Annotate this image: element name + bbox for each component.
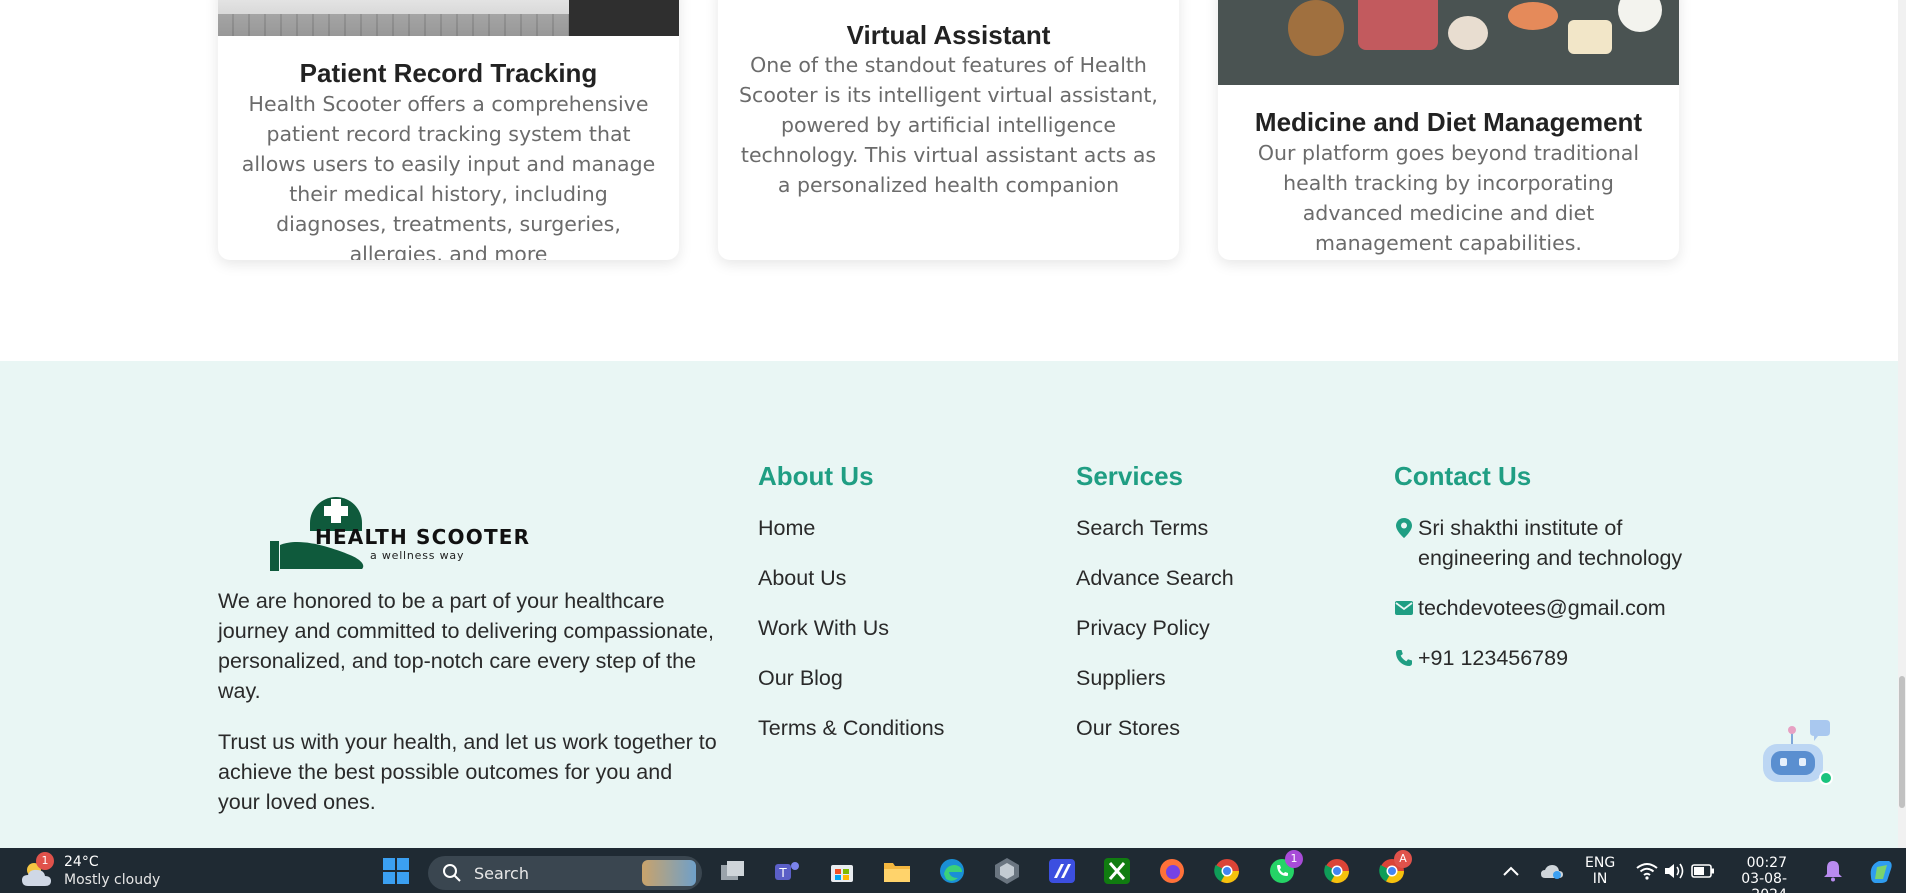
robot-icon bbox=[1763, 720, 1833, 785]
footer-link-suppliers[interactable]: Suppliers bbox=[1076, 663, 1234, 713]
features-section: Patient Record Tracking Health Scooter o… bbox=[0, 0, 1906, 360]
footer-link-home[interactable]: Home bbox=[758, 513, 944, 563]
logo-tagline: a wellness way bbox=[370, 549, 465, 562]
clock-time: 00:27 bbox=[1746, 855, 1787, 871]
site-footer: HEALTH SCOOTER a wellness way We are hon… bbox=[0, 361, 1906, 848]
search-label: Search bbox=[474, 864, 529, 883]
battery-icon[interactable] bbox=[1688, 856, 1718, 886]
footer-link-our-stores[interactable]: Our Stores bbox=[1076, 713, 1234, 763]
chatbot-button[interactable] bbox=[1760, 716, 1836, 786]
search-icon bbox=[442, 863, 462, 887]
language-region: IN bbox=[1592, 871, 1608, 887]
task-view-icon[interactable] bbox=[718, 856, 748, 886]
location-pin-icon bbox=[1394, 513, 1414, 543]
clock-date: 03-08-2024 bbox=[1741, 871, 1787, 893]
logo-name: HEALTH SCOOTER bbox=[315, 525, 531, 549]
weather-temperature: 24°C bbox=[64, 854, 99, 870]
card-title: Virtual Assistant bbox=[846, 20, 1051, 50]
card-description: One of the standout features of Health S… bbox=[739, 53, 1158, 197]
store-icon[interactable] bbox=[827, 856, 857, 886]
contact-address: Sri shakthi institute of engineering and… bbox=[1394, 513, 1694, 593]
feature-card-virtual-assistant: Virtual Assistant One of the standout fe… bbox=[718, 0, 1179, 260]
footer-link-our-blog[interactable]: Our Blog bbox=[758, 663, 944, 713]
firefox-icon[interactable] bbox=[1157, 856, 1187, 886]
column-title: Contact Us bbox=[1394, 461, 1532, 491]
search-highlight-image bbox=[642, 860, 696, 886]
footer-column-contact: Contact Us Sri shakthi institute of engi… bbox=[1394, 461, 1694, 693]
contact-address-text: Sri shakthi institute of engineering and… bbox=[1418, 516, 1683, 570]
footer-column-services: Services Search Terms Advance Search Pri… bbox=[1076, 461, 1234, 763]
whatsapp-notification-badge: 1 bbox=[1285, 850, 1303, 868]
copilot-icon[interactable] bbox=[1866, 856, 1896, 886]
language-indicator[interactable]: ENG IN bbox=[1585, 855, 1615, 887]
clock[interactable]: 00:27 03-08-2024 bbox=[1731, 855, 1787, 893]
about-paragraph: We are honored to be a part of your heal… bbox=[218, 589, 714, 703]
windows-start-icon[interactable] bbox=[381, 856, 411, 886]
weather-description: Mostly cloudy bbox=[64, 872, 161, 888]
footer-column-about: About Us Home About Us Work With Us Our … bbox=[758, 461, 944, 763]
feature-card-patient-record: Patient Record Tracking Health Scooter o… bbox=[218, 0, 679, 260]
xbox-icon[interactable] bbox=[1102, 856, 1132, 886]
svg-text:T: T bbox=[778, 866, 787, 880]
card-title: Patient Record Tracking bbox=[299, 58, 598, 88]
about-paragraph: Trust us with your health, and let us wo… bbox=[218, 730, 717, 814]
chrome-icon[interactable] bbox=[1212, 856, 1242, 886]
volume-icon[interactable] bbox=[1660, 856, 1690, 886]
phone-icon bbox=[1394, 643, 1414, 673]
footer-link-privacy-policy[interactable]: Privacy Policy bbox=[1076, 613, 1234, 663]
taskbar-search-box[interactable]: Search bbox=[428, 856, 702, 890]
contact-email-text[interactable]: techdevotees@gmail.com bbox=[1418, 593, 1666, 623]
edge-icon[interactable] bbox=[937, 856, 967, 886]
feature-card-medicine-diet: Medicine and Diet Management Our platfor… bbox=[1218, 0, 1679, 260]
food-image bbox=[1218, 0, 1679, 85]
card-description: Health Scooter offers a comprehensive pa… bbox=[241, 92, 656, 260]
card-description: Our platform goes beyond traditional hea… bbox=[1257, 141, 1640, 255]
teams-icon[interactable]: T bbox=[772, 856, 802, 886]
wifi-icon[interactable] bbox=[1632, 856, 1662, 886]
footer-link-advance-search[interactable]: Advance Search bbox=[1076, 563, 1234, 613]
windows-taskbar: 1 24°C Mostly cloudy Search T 1 A ENG IN… bbox=[0, 848, 1906, 893]
weather-widget[interactable]: 1 24°C Mostly cloudy bbox=[20, 852, 180, 890]
app-icon[interactable] bbox=[1047, 856, 1077, 886]
language-code: ENG bbox=[1585, 855, 1616, 871]
scrollbar-thumb[interactable] bbox=[1899, 676, 1905, 808]
chevron-up-icon[interactable] bbox=[1496, 856, 1526, 886]
health-scooter-logo[interactable]: HEALTH SCOOTER a wellness way bbox=[270, 485, 540, 573]
card-title: Medicine and Diet Management bbox=[1254, 107, 1643, 137]
onedrive-icon[interactable] bbox=[1537, 856, 1567, 886]
footer-link-about-us[interactable]: About Us bbox=[758, 563, 944, 613]
weather-badge: 1 bbox=[36, 852, 54, 870]
notification-bell-icon[interactable] bbox=[1818, 856, 1848, 886]
file-explorer-icon[interactable] bbox=[882, 856, 912, 886]
footer-link-work-with-us[interactable]: Work With Us bbox=[758, 613, 944, 663]
column-title: Services bbox=[1076, 461, 1183, 491]
mail-icon bbox=[1394, 593, 1414, 623]
chrome-profile-badge: A bbox=[1394, 850, 1412, 868]
contact-phone-text[interactable]: +91 123456789 bbox=[1418, 643, 1568, 673]
column-title: About Us bbox=[758, 461, 874, 491]
page-scrollbar[interactable] bbox=[1898, 0, 1906, 848]
footer-link-search-terms[interactable]: Search Terms bbox=[1076, 513, 1234, 563]
chrome-icon[interactable] bbox=[1322, 856, 1352, 886]
footer-link-terms[interactable]: Terms & Conditions bbox=[758, 713, 944, 763]
contact-phone[interactable]: +91 123456789 bbox=[1394, 643, 1694, 693]
contact-email[interactable]: techdevotees@gmail.com bbox=[1394, 593, 1694, 643]
laptop-image bbox=[218, 0, 679, 36]
app-icon[interactable] bbox=[992, 856, 1022, 886]
